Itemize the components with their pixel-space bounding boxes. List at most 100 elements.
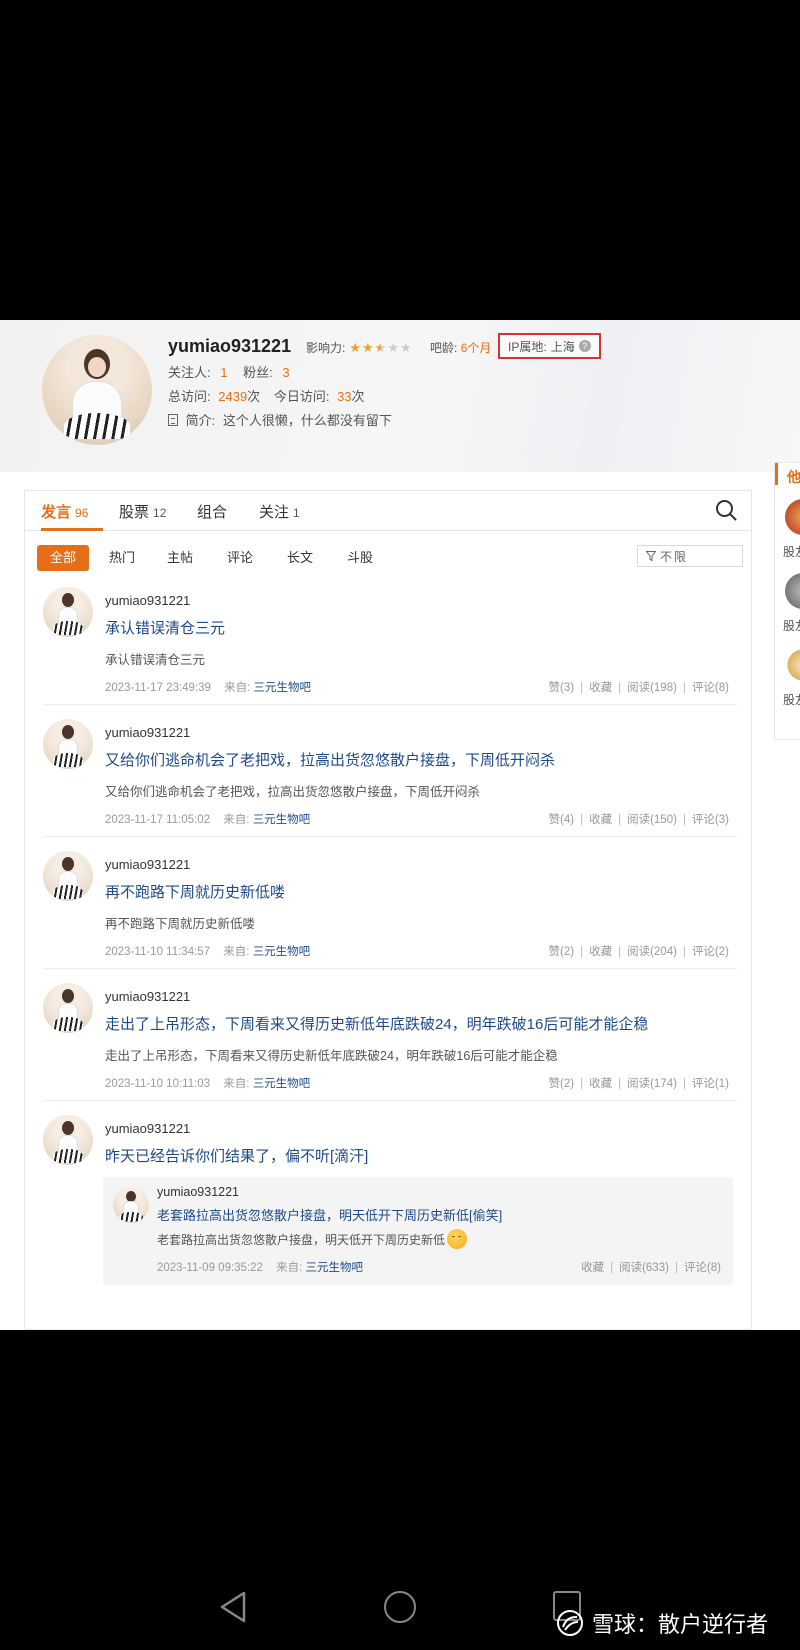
like-button[interactable]: 赞(3) <box>549 682 575 694</box>
limit-dropdown[interactable]: 不限 <box>637 545 743 567</box>
document-icon <box>168 414 178 426</box>
today-visits-label: 今日访问: <box>273 389 330 404</box>
quoted-avatar[interactable] <box>113 1187 149 1223</box>
post-author[interactable]: yumiao931221 <box>105 593 190 608</box>
tab-posts[interactable]: 发言 96 <box>41 501 88 522</box>
post-avatar[interactable] <box>43 719 93 769</box>
tab-stocks[interactable]: 股票 12 <box>119 501 166 522</box>
sidebar-item-label[interactable]: 股友 <box>783 691 800 708</box>
quoted-title[interactable]: 老套路拉高出货忽悠散户接盘，明天低开下周历史新低[偷笑] <box>157 1205 502 1224</box>
post-source-link[interactable]: 三元生物吧 <box>254 682 312 694</box>
fans-count[interactable]: 3 <box>282 365 289 380</box>
post-title[interactable]: 又给你们逃命机会了老把戏，拉高出货忽悠散户接盘，下周低开闷杀 <box>105 749 555 770</box>
post-stats: 赞(4) | 收藏 | 阅读(150) | 评论(3) <box>548 814 729 826</box>
visits-unit: 次 <box>247 389 261 404</box>
favorite-button[interactable]: 收藏 <box>589 682 612 694</box>
post-author[interactable]: yumiao931221 <box>105 1121 190 1136</box>
posts-card: 发言 96 股票 12 组合 关注 1 全部 热门 主帖 评论 长文 斗股 不限… <box>24 490 752 1330</box>
filter-hot[interactable]: 热门 <box>109 545 135 571</box>
like-button[interactable]: 赞(4) <box>549 814 575 826</box>
post-footer: 2023-11-10 10:11:03 来自: 三元生物吧 赞(2) | 收藏 | 阅读… <box>105 1075 737 1091</box>
total-visits-label: 总访问: <box>168 389 211 404</box>
star-icon: ★ <box>349 339 361 355</box>
filter-long-text[interactable]: 长文 <box>287 545 313 571</box>
tab-label: 发言 <box>41 504 72 521</box>
follow-stats: 关注人: 1 粉丝: 3 <box>168 362 290 381</box>
comment-button[interactable]: 评论(3) <box>692 814 729 826</box>
favorite-button[interactable]: 收藏 <box>589 814 612 826</box>
post-source-link[interactable]: 三元生物吧 <box>253 946 311 958</box>
visit-stats: 总访问: 2439次 今日访问: 33次 <box>168 386 365 405</box>
like-button[interactable]: 赞(2) <box>549 1078 575 1090</box>
post-excerpt[interactable]: 又给你们逃命机会了老把戏，拉高出货忽悠散户接盘，下周低开闷杀 <box>105 781 480 800</box>
tab-count: 96 <box>75 506 89 520</box>
influence-stars: ★ ★ ★ ★ ★ <box>349 340 411 356</box>
filter-main-posts[interactable]: 主帖 <box>167 545 193 571</box>
post-author[interactable]: yumiao931221 <box>105 857 190 872</box>
help-icon[interactable]: ? <box>578 340 591 352</box>
quoted-source-link[interactable]: 三元生物吧 <box>306 1262 364 1274</box>
giggle-emoji-icon <box>447 1229 468 1249</box>
post-item: yumiao931221 再不跑路下周就历史新低喽 再不跑路下周就历史新低喽 2… <box>43 851 737 969</box>
comment-button[interactable]: 评论(8) <box>684 1262 721 1274</box>
tab-count: 1 <box>293 506 300 520</box>
post-avatar[interactable] <box>43 983 93 1033</box>
home-nav-icon[interactable] <box>384 1591 416 1623</box>
sidebar-avatar[interactable] <box>785 499 800 535</box>
tab-bar: 发言 96 股票 12 组合 关注 1 <box>25 491 751 531</box>
post-avatar[interactable] <box>43 587 93 637</box>
quoted-stats: 收藏 | 阅读(633) | 评论(8) <box>581 1262 721 1274</box>
following-count[interactable]: 1 <box>220 365 227 380</box>
post-title[interactable]: 再不跑路下周就历史新低喽 <box>105 881 285 902</box>
back-nav-icon[interactable] <box>218 1590 248 1624</box>
filter-stock-battle[interactable]: 斗股 <box>347 545 373 571</box>
post-title[interactable]: 承认错误清仓三元 <box>105 617 225 638</box>
sidebar-panel: 他 股友 股友 股友 <box>774 462 800 740</box>
star-half-icon: ★ <box>374 339 387 355</box>
sidebar-item-label[interactable]: 股友 <box>783 617 800 634</box>
quoted-author[interactable]: yumiao931221 <box>157 1185 239 1199</box>
favorite-button[interactable]: 收藏 <box>589 946 612 958</box>
sidebar-avatar[interactable] <box>785 573 800 609</box>
post-avatar[interactable] <box>43 1115 93 1165</box>
post-title[interactable]: 昨天已经告诉你们结果了，偏不听[滴汗] <box>105 1145 368 1166</box>
visits-unit: 次 <box>351 389 365 404</box>
following-label: 关注人: <box>168 365 211 380</box>
fans-label: 粉丝: <box>243 365 273 380</box>
watermark: 雪球：散户逆行者 <box>556 1605 768 1641</box>
filter-comments[interactable]: 评论 <box>227 545 253 571</box>
comment-button[interactable]: 评论(1) <box>692 1078 729 1090</box>
post-author[interactable]: yumiao931221 <box>105 989 190 1004</box>
sidebar-item-label[interactable]: 股友 <box>783 543 800 560</box>
tab-following[interactable]: 关注 1 <box>259 501 300 522</box>
post-author[interactable]: yumiao931221 <box>105 725 190 740</box>
post-avatar[interactable] <box>43 851 93 901</box>
sidebar-header: 他 <box>787 469 800 485</box>
post-excerpt[interactable]: 再不跑路下周就历史新低喽 <box>105 913 255 932</box>
filter-all[interactable]: 全部 <box>37 545 89 571</box>
post-excerpt[interactable]: 走出了上吊形态，下周看来又得历史新低年底跌破24，明年跌破16后可能才能企稳 <box>105 1045 558 1064</box>
search-icon[interactable] <box>715 499 737 521</box>
tab-label: 关注 <box>259 504 290 521</box>
sidebar-avatar[interactable] <box>785 647 800 683</box>
comment-button[interactable]: 评论(8) <box>692 682 729 694</box>
read-count: 阅读(633) <box>619 1262 669 1274</box>
favorite-button[interactable]: 收藏 <box>581 1262 604 1274</box>
tab-portfolio[interactable]: 组合 <box>197 501 227 522</box>
post-item: yumiao931221 又给你们逃命机会了老把戏，拉高出货忽悠散户接盘，下周低… <box>43 719 737 837</box>
post-excerpt[interactable]: 承认错误清仓三元 <box>105 649 205 668</box>
quoted-post[interactable]: yumiao931221 老套路拉高出货忽悠散户接盘，明天低开下周历史新低[偷笑… <box>103 1177 733 1285</box>
post-item: yumiao931221 昨天已经告诉你们结果了，偏不听[滴汗] yumiao9… <box>43 1115 737 1315</box>
profile-avatar[interactable] <box>42 335 152 445</box>
sidebar-accent <box>775 463 778 485</box>
like-button[interactable]: 赞(2) <box>549 946 575 958</box>
filter-icon <box>646 551 656 561</box>
post-source-link[interactable]: 三元生物吧 <box>253 1078 311 1090</box>
tab-label: 股票 <box>119 504 150 521</box>
favorite-button[interactable]: 收藏 <box>589 1078 612 1090</box>
post-title[interactable]: 走出了上吊形态，下周看来又得历史新低年底跌破24，明年跌破16后可能才能企稳 <box>105 1013 648 1034</box>
active-tab-indicator <box>41 528 103 531</box>
comment-button[interactable]: 评论(2) <box>692 946 729 958</box>
post-source-link[interactable]: 三元生物吧 <box>253 814 311 826</box>
source-label: 来自: <box>224 682 251 694</box>
